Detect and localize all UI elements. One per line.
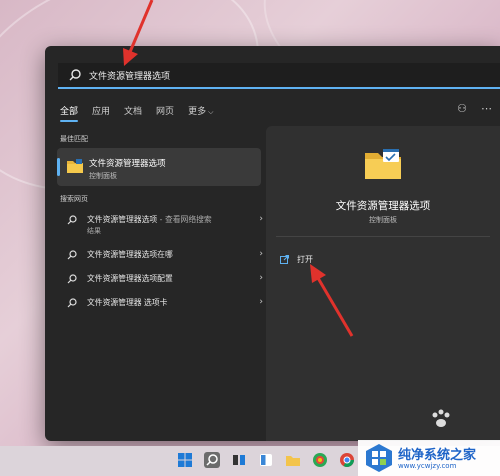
tab-more[interactable]: 更多 ⌵ — [188, 104, 213, 121]
tab-apps[interactable]: 应用 — [92, 104, 110, 121]
tab-all[interactable]: 全部 — [60, 104, 79, 122]
account-switch-icon[interactable]: ⚇ — [457, 102, 467, 115]
search-taskbar-icon[interactable] — [204, 452, 220, 468]
web-result-text: 文件资源管理器 选项卡 — [87, 298, 168, 307]
open-action[interactable]: 打开 — [280, 254, 313, 265]
search-icon — [67, 215, 77, 225]
chevron-down-icon: ⌵ — [208, 108, 214, 116]
tab-actions: ⚇ ⋯ — [457, 102, 492, 115]
open-external-icon — [280, 255, 289, 264]
best-match-title: 文件资源管理器选项 — [89, 159, 166, 169]
file-explorer-icon[interactable] — [285, 452, 301, 468]
web-result-query: 文件资源管理器选项 — [87, 215, 158, 224]
watermark: 纯净系统之家 www.ycwjzy.com — [358, 440, 500, 476]
chrome-icon[interactable] — [339, 452, 355, 468]
web-result-text: 文件资源管理器选项 - 查看网络搜索 — [87, 214, 212, 225]
web-result-text: 文件资源管理器选项配置 — [87, 274, 173, 283]
paw-icon — [432, 409, 450, 427]
chevron-right-icon: › — [259, 297, 263, 307]
chevron-right-icon: › — [259, 214, 263, 224]
best-match-label: 最佳匹配 — [60, 135, 88, 143]
start-icon[interactable] — [177, 452, 193, 468]
task-view-icon[interactable] — [231, 452, 247, 468]
chevron-right-icon: › — [259, 273, 263, 283]
tab-documents[interactable]: 文档 — [124, 104, 142, 121]
detail-subtitle: 控制面板 — [369, 216, 397, 224]
taskbar-icons — [177, 452, 382, 468]
chevron-right-icon: › — [259, 249, 263, 259]
folder-options-icon — [67, 159, 83, 173]
watermark-url: www.ycwjzy.com — [398, 462, 457, 470]
open-label: 打开 — [297, 255, 313, 264]
divider — [276, 236, 490, 237]
web-result-item[interactable]: 文件资源管理器选项在哪 › — [57, 244, 263, 266]
browser-icon[interactable] — [312, 452, 328, 468]
web-result-item[interactable]: 文件资源管理器 选项卡 › — [57, 292, 263, 314]
widgets-icon[interactable] — [258, 452, 274, 468]
web-result-suffix: - 查看网络搜索 — [157, 215, 212, 224]
search-icon — [67, 298, 77, 308]
search-panel: 全部 应用 文档 网页 更多⌵ ⚇ ⋯ 最佳匹配 文件资源管理器选项 控制面板 … — [45, 46, 500, 441]
filter-tabs: 全部 应用 文档 网页 更多 ⌵ — [60, 104, 227, 122]
search-icon — [69, 69, 81, 81]
best-match-subtitle: 控制面板 — [89, 172, 117, 180]
detail-title: 文件资源管理器选项 — [335, 200, 431, 212]
search-box[interactable] — [58, 63, 500, 89]
tab-web[interactable]: 网页 — [156, 104, 174, 121]
search-icon — [206, 454, 218, 466]
web-result-subtext: 结果 — [87, 227, 101, 235]
best-match-item[interactable]: 文件资源管理器选项 控制面板 — [57, 148, 261, 186]
search-input[interactable] — [87, 69, 471, 81]
folder-options-icon — [365, 149, 401, 179]
watermark-title: 纯净系统之家 — [398, 448, 477, 463]
selection-accent — [57, 158, 60, 176]
detail-pane: 文件资源管理器选项 控制面板 打开 — [266, 126, 500, 441]
tab-more-label: 更多 — [188, 107, 207, 117]
web-result-item[interactable]: 文件资源管理器选项 - 查看网络搜索 结果 › — [57, 209, 263, 239]
search-icon — [67, 274, 77, 284]
more-options-icon[interactable]: ⋯ — [481, 102, 492, 115]
web-result-item[interactable]: 文件资源管理器选项配置 › — [57, 268, 263, 290]
web-search-label: 搜索网页 — [60, 195, 88, 203]
brand-logo-icon — [366, 444, 392, 472]
search-icon — [67, 250, 77, 260]
web-result-text: 文件资源管理器选项在哪 — [87, 250, 173, 259]
